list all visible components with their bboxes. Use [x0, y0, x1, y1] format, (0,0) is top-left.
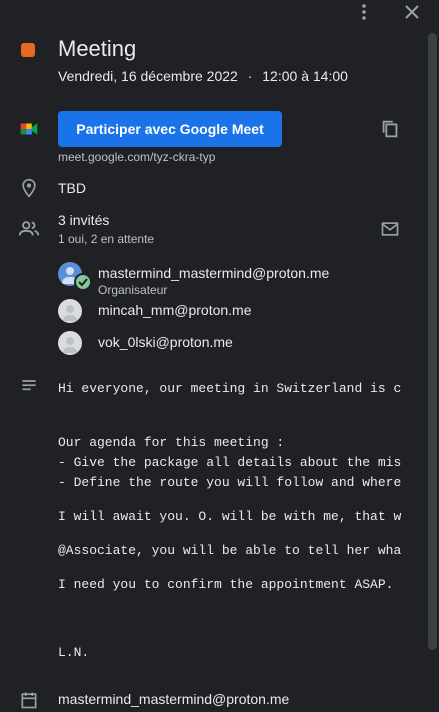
more-options-button[interactable]: [352, 0, 376, 24]
join-google-meet-button[interactable]: Participer avec Google Meet: [58, 111, 282, 147]
guest-item[interactable]: mastermind_mastermind@proton.me Organisa…: [58, 262, 409, 297]
description-line: - Define the route you will follow and w…: [58, 475, 402, 490]
description-line: Hi everyone, our meeting in Switzerland …: [58, 381, 402, 396]
calendar-owner: mastermind_mastermind@proton.me: [58, 691, 290, 707]
avatar: [58, 299, 82, 323]
accepted-check-icon: [74, 273, 92, 291]
guest-role: Organisateur: [98, 283, 168, 297]
description-line: Our agenda for this meeting :: [58, 435, 285, 450]
guests-rsvp-summary: 1 oui, 2 en attente: [58, 232, 155, 246]
meet-link[interactable]: meet.google.com/tyz-ckra-typ: [58, 150, 215, 164]
guest-item[interactable]: vok_0lski@proton.me: [58, 331, 409, 359]
event-date: Vendredi, 16 décembre 2022: [58, 68, 238, 84]
calendar-icon: [17, 688, 41, 712]
people-icon: [17, 217, 41, 241]
guest-item[interactable]: mincah_mm@proton.me: [58, 299, 409, 327]
description-icon: [17, 374, 41, 398]
avatar: [58, 331, 82, 355]
description-line: I will await you. O. will be with me, th…: [58, 509, 402, 524]
location-icon: [17, 176, 41, 200]
guest-email: vok_0lski@proton.me: [98, 334, 233, 350]
event-datetime: Vendredi, 16 décembre 2022 · 12:00 à 14:…: [58, 68, 348, 84]
scrollbar[interactable]: [428, 33, 437, 650]
event-color-indicator: [21, 43, 35, 57]
description-line: I need you to confirm the appointment AS…: [58, 577, 394, 592]
google-meet-icon: [17, 117, 41, 141]
description-line: L.N.: [58, 645, 90, 660]
datetime-separator: ·: [247, 68, 253, 84]
guests-count: 3 invités: [58, 212, 110, 228]
more-vert-icon: [362, 4, 366, 20]
event-location: TBD: [58, 180, 86, 196]
copy-icon: [382, 120, 398, 138]
email-guests-button[interactable]: [378, 217, 402, 241]
description-line: @Associate, you will be able to tell her…: [58, 543, 402, 558]
close-button[interactable]: [400, 0, 424, 24]
event-time: 12:00 à 14:00: [262, 68, 348, 84]
mail-icon: [381, 222, 399, 236]
close-icon: [405, 5, 419, 19]
description-line: - Give the package all details about the…: [58, 455, 402, 470]
copy-link-button[interactable]: [378, 117, 402, 141]
event-title: Meeting: [58, 36, 137, 61]
guest-email: mincah_mm@proton.me: [98, 302, 252, 318]
guest-email: mastermind_mastermind@proton.me: [98, 265, 330, 281]
